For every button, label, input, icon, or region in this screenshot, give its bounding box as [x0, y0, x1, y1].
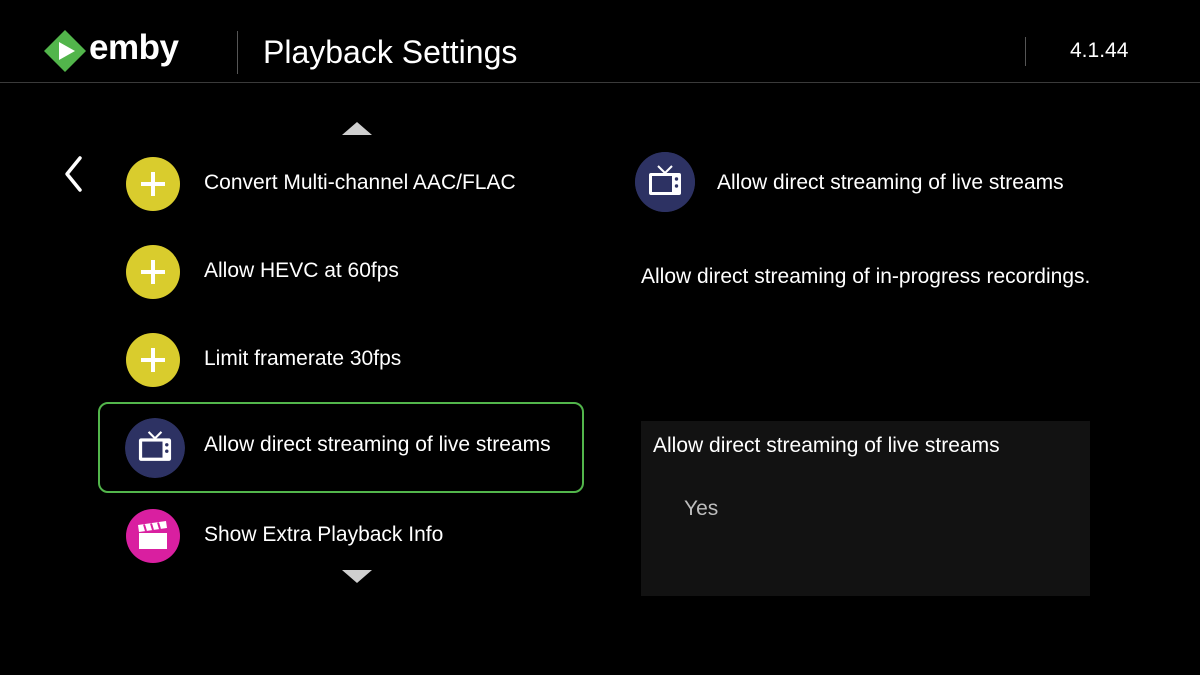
- setting-item-label: Show Extra Playback Info: [204, 523, 444, 546]
- app-version: 4.1.44: [1070, 39, 1129, 62]
- playback-settings-screen: emby Playback Settings 4.1.44 Convert Mu…: [0, 0, 1200, 675]
- clapperboard-icon: [126, 509, 180, 563]
- header-divider: [237, 31, 238, 74]
- header-divider: [1025, 37, 1026, 66]
- triangle-down-icon[interactable]: [340, 569, 374, 585]
- emby-logo: emby: [43, 28, 179, 73]
- tv-icon: [635, 152, 695, 212]
- setting-item-label: Limit framerate 30fps: [204, 347, 402, 370]
- chevron-left-icon[interactable]: [58, 152, 92, 196]
- setting-item-limit-framerate[interactable]: Limit framerate 30fps: [98, 316, 584, 404]
- setting-item-allow-direct-streaming[interactable]: Allow direct streaming of live streams: [98, 402, 584, 493]
- triangle-up-icon[interactable]: [340, 120, 374, 136]
- plus-icon: [126, 157, 180, 211]
- setting-item-show-extra-playback-info[interactable]: Show Extra Playback Info: [98, 492, 584, 580]
- plus-icon: [126, 333, 180, 387]
- detail-title: Allow direct streaming of live streams: [717, 171, 1064, 194]
- tv-icon: [125, 418, 185, 478]
- setting-item-label: Convert Multi-channel AAC/FLAC: [204, 171, 516, 194]
- setting-item-allow-hevc-60fps[interactable]: Allow HEVC at 60fps: [98, 228, 584, 316]
- brand-name: emby: [89, 28, 179, 67]
- setting-value[interactable]: Yes: [684, 494, 718, 524]
- detail-description: Allow direct streaming of in-progress re…: [641, 265, 1091, 288]
- settings-list: Convert Multi-channel AAC/FLAC Allow HEV…: [98, 140, 588, 580]
- setting-item-label: Allow HEVC at 60fps: [204, 259, 399, 282]
- setting-item-convert-multichannel[interactable]: Convert Multi-channel AAC/FLAC: [98, 140, 584, 228]
- setting-value-panel[interactable]: Allow direct streaming of live streams Y…: [641, 421, 1090, 596]
- setting-item-label: Allow direct streaming of live streams: [204, 433, 551, 456]
- value-panel-title: Allow direct streaming of live streams: [653, 434, 1000, 457]
- plus-icon: [126, 245, 180, 299]
- header-bar: emby Playback Settings 4.1.44: [0, 0, 1200, 83]
- emby-logo-icon: [44, 30, 86, 72]
- page-title: Playback Settings: [263, 34, 518, 70]
